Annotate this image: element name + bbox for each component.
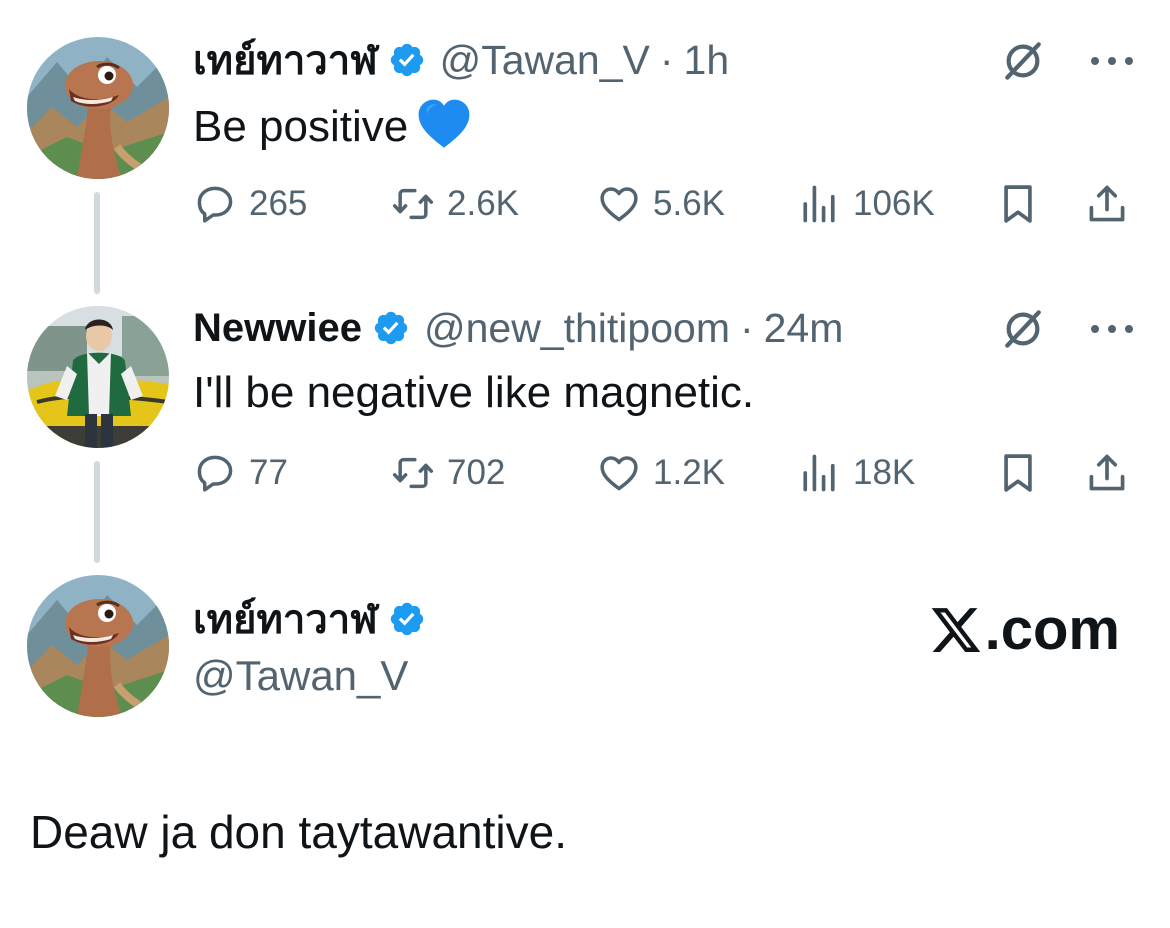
grok-icon[interactable] bbox=[1002, 308, 1044, 350]
user-handle[interactable]: @new_thitipoom bbox=[424, 305, 730, 352]
reply-button[interactable]: 77 bbox=[193, 446, 288, 500]
display-name[interactable]: Newwiee bbox=[193, 306, 362, 351]
views-button[interactable]: 18K bbox=[797, 446, 915, 500]
thread-line bbox=[94, 192, 100, 294]
caption-text: Deaw ja don taytawantive. bbox=[30, 806, 567, 858]
repost-count: 702 bbox=[447, 453, 506, 492]
views-icon bbox=[797, 182, 841, 226]
avatar-tawan[interactable] bbox=[27, 37, 169, 179]
share-icon bbox=[1085, 451, 1129, 495]
like-count: 5.6K bbox=[653, 184, 725, 223]
separator-dot: · bbox=[659, 36, 674, 83]
share-button[interactable] bbox=[1085, 177, 1129, 231]
views-count: 106K bbox=[853, 184, 935, 223]
tweet-header: Newwiee @new_thitipoom · 24m bbox=[193, 302, 843, 354]
timestamp[interactable]: 24m bbox=[764, 305, 844, 352]
timestamp[interactable]: 1h bbox=[684, 37, 730, 84]
x-com-branding: .com bbox=[929, 596, 1120, 663]
share-icon bbox=[1085, 182, 1129, 226]
card-header: เทย์ทาวาฬ bbox=[193, 593, 440, 645]
reply-count: 265 bbox=[249, 184, 308, 223]
more-icon[interactable] bbox=[1088, 54, 1136, 68]
tweet-actions: 77 702 1.2K 18K bbox=[193, 446, 1138, 500]
verified-badge-icon bbox=[388, 41, 426, 79]
verified-badge-icon bbox=[372, 309, 410, 347]
repost-icon bbox=[391, 451, 435, 495]
display-name[interactable]: เทย์ทาวาฬ bbox=[193, 587, 378, 651]
reply-icon bbox=[193, 451, 237, 495]
tweet-text: I'll be negative like magnetic. bbox=[193, 368, 754, 418]
tweet-text: Be positive bbox=[193, 97, 472, 153]
tweet-top-actions bbox=[1002, 40, 1136, 82]
like-count: 1.2K bbox=[653, 453, 725, 492]
repost-button[interactable]: 702 bbox=[391, 446, 505, 500]
card-handle[interactable]: @Tawan_V bbox=[193, 652, 408, 700]
tweet-body: Be positive bbox=[193, 102, 409, 151]
views-button[interactable]: 106K bbox=[797, 177, 935, 231]
grok-icon[interactable] bbox=[1002, 40, 1044, 82]
avatar-tawan-card[interactable] bbox=[27, 575, 169, 717]
repost-count: 2.6K bbox=[447, 184, 519, 223]
bookmark-icon bbox=[996, 451, 1040, 495]
bookmark-button[interactable] bbox=[996, 446, 1040, 500]
reply-button[interactable]: 265 bbox=[193, 177, 307, 231]
x-logo-icon bbox=[929, 603, 983, 657]
repost-button[interactable]: 2.6K bbox=[391, 177, 519, 231]
views-icon bbox=[797, 451, 841, 495]
bookmark-icon bbox=[996, 182, 1040, 226]
verified-badge-icon bbox=[388, 600, 426, 638]
tweet-body: I'll be negative like magnetic. bbox=[193, 368, 755, 417]
blue-heart-emoji-icon bbox=[416, 97, 472, 153]
separator-dot: · bbox=[739, 304, 754, 351]
more-icon[interactable] bbox=[1088, 322, 1136, 336]
user-handle[interactable]: @Tawan_V bbox=[440, 37, 650, 84]
display-name[interactable]: เทย์ทาวาฬ bbox=[193, 28, 378, 92]
tweet-top-actions bbox=[1002, 308, 1136, 350]
tweet-actions: 265 2.6K 5.6K 106K bbox=[193, 177, 1138, 231]
reply-count: 77 bbox=[249, 453, 288, 492]
views-count: 18K bbox=[853, 453, 916, 492]
reply-icon bbox=[193, 182, 237, 226]
tweet-header: เทย์ทาวาฬ @Tawan_V · 1h bbox=[193, 34, 729, 86]
bookmark-button[interactable] bbox=[996, 177, 1040, 231]
brand-domain: .com bbox=[984, 597, 1120, 662]
avatar-newwiee[interactable] bbox=[27, 306, 169, 448]
like-button[interactable]: 5.6K bbox=[597, 177, 725, 231]
like-button[interactable]: 1.2K bbox=[597, 446, 725, 500]
thread-line bbox=[94, 461, 100, 563]
repost-icon bbox=[391, 182, 435, 226]
like-icon bbox=[597, 182, 641, 226]
like-icon bbox=[597, 451, 641, 495]
share-button[interactable] bbox=[1085, 446, 1129, 500]
